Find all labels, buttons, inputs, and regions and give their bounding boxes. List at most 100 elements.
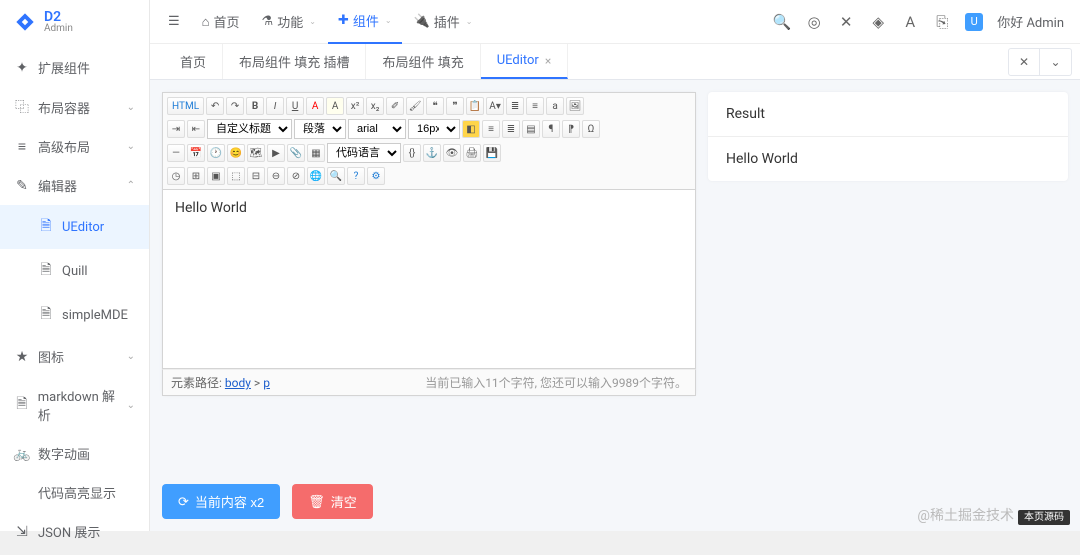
menu-icon: ⿻ [14, 97, 30, 117]
target-icon[interactable]: ◎ [805, 13, 823, 31]
bold-icon[interactable]: B [246, 97, 264, 115]
font-icon[interactable]: A [901, 13, 919, 31]
align-right-icon[interactable]: ≣ [502, 120, 520, 138]
map-icon[interactable]: 🗺 [247, 144, 265, 162]
del-row-icon[interactable]: ⊖ [267, 167, 285, 185]
underline-icon[interactable]: U [286, 97, 304, 115]
attachment-icon[interactable]: 📎 [287, 144, 305, 162]
help-icon[interactable]: ? [347, 167, 365, 185]
justify-icon[interactable]: ▤ [522, 120, 540, 138]
sidebar-item-10[interactable]: 代码高亮显示 [0, 473, 149, 512]
tab-3[interactable]: UEditor× [481, 44, 569, 79]
rtl-icon[interactable]: ⁋ [562, 120, 580, 138]
align-left-icon[interactable]: ◧ [462, 120, 480, 138]
link-icon[interactable]: a [546, 97, 564, 115]
italic-icon[interactable]: I [266, 97, 284, 115]
nav-home[interactable]: ⌂首页 [192, 0, 250, 44]
outdent-icon[interactable]: ⇤ [187, 120, 205, 138]
hr-icon[interactable]: — [167, 144, 185, 162]
sidebar-item-9[interactable]: 🚲数字动画 [0, 434, 149, 473]
brush-icon[interactable]: 🖌 [406, 97, 424, 115]
editor-content[interactable]: Hello World [162, 189, 696, 369]
emoji-icon[interactable]: 😊 [227, 144, 245, 162]
sidebar-item-6[interactable]: 🗎simpleMDE [0, 293, 149, 337]
search-icon[interactable]: 🔍 [773, 13, 791, 31]
tabs-close-button[interactable]: ✕ [1008, 48, 1040, 76]
print-icon[interactable]: 🖨 [463, 144, 481, 162]
paragraph-select[interactable]: 段落 [294, 119, 346, 139]
path-body-link[interactable]: body [225, 376, 251, 390]
date-icon[interactable]: 📅 [187, 144, 205, 162]
draft-icon[interactable]: 💾 [483, 144, 501, 162]
tabs-dropdown-button[interactable]: ⌄ [1040, 48, 1072, 76]
clock-icon[interactable]: ◷ [167, 167, 185, 185]
merge-icon[interactable]: ⬚ [227, 167, 245, 185]
fullscreen-icon[interactable]: ✕ [837, 13, 855, 31]
align-center-icon[interactable]: ≡ [482, 120, 500, 138]
quote-icon[interactable]: ❞ [446, 97, 464, 115]
table-icon[interactable]: ▦ [307, 144, 325, 162]
bgcolor-icon[interactable]: A [326, 97, 344, 115]
tab-2[interactable]: 布局组件 填充 [366, 44, 480, 79]
globe-icon[interactable]: 🌐 [307, 167, 325, 185]
super-icon[interactable]: x² [346, 97, 364, 115]
nav-plugins[interactable]: 🔌插件⌄ [404, 0, 483, 44]
search2-icon[interactable]: 🔍 [327, 167, 345, 185]
tab-0[interactable]: 首页 [164, 44, 223, 79]
ltr-icon[interactable]: ¶ [542, 120, 560, 138]
sidebar-item-7[interactable]: ★图标⌄ [0, 337, 149, 376]
video-icon[interactable]: ▶ [267, 144, 285, 162]
sidebar-item-1[interactable]: ⿻布局容器⌄ [0, 87, 149, 127]
clear-button[interactable]: 🗑 清空 [292, 484, 373, 519]
code-icon[interactable]: {} [403, 144, 421, 162]
codelang-select[interactable]: 代码语言 [327, 143, 401, 163]
close-icon[interactable]: × [545, 54, 551, 68]
clear-icon[interactable]: ✐ [386, 97, 404, 115]
path-p-link[interactable]: p [263, 376, 270, 390]
cell-icon[interactable]: ▣ [207, 167, 225, 185]
char-icon[interactable]: Ω [582, 120, 600, 138]
sub-icon[interactable]: x₂ [366, 97, 384, 115]
gem-icon[interactable]: ◈ [869, 13, 887, 31]
menu-toggle[interactable]: ☰ [158, 0, 190, 44]
table2-icon[interactable]: ⊞ [187, 167, 205, 185]
sidebar-item-5[interactable]: 🗎Quill [0, 249, 149, 293]
sidebar-item-8[interactable]: 🗎markdown 解析⌄ [0, 376, 149, 434]
split-icon[interactable]: ⊟ [247, 167, 265, 185]
anchor-icon[interactable]: ⚓ [423, 144, 441, 162]
indent-icon[interactable]: ⇥ [167, 120, 185, 138]
preview-icon[interactable]: 👁 [443, 144, 461, 162]
current-content-button[interactable]: ⟳ 当前内容 x2 [162, 484, 280, 519]
html-button[interactable]: HTML [167, 97, 204, 115]
ul-icon[interactable]: ≡ [526, 97, 544, 115]
sidebar-item-3[interactable]: ✎编辑器⌃ [0, 166, 149, 205]
paste-icon[interactable]: 📋 [466, 97, 484, 115]
del-col-icon[interactable]: ⊘ [287, 167, 305, 185]
chevron-icon: ⌄ [127, 400, 135, 411]
ol-icon[interactable]: ≣ [506, 97, 524, 115]
heading-select[interactable]: 自定义标题 [207, 119, 292, 139]
format-icon[interactable]: ❝ [426, 97, 444, 115]
menu-label: 高级布局 [38, 137, 90, 156]
size-select[interactable]: 16px [408, 119, 460, 139]
image-icon[interactable]: 🖼 [566, 97, 584, 115]
tab-1[interactable]: 布局组件 填充 插槽 [223, 44, 366, 79]
sidebar-item-2[interactable]: ≡高级布局⌄ [0, 127, 149, 166]
fontcolor-icon[interactable]: A [306, 97, 324, 115]
sidebar-item-11[interactable]: ⇲JSON 展示 [0, 512, 149, 551]
redo-icon[interactable]: ↷ [226, 97, 244, 115]
user-badge-icon[interactable]: U [965, 13, 983, 31]
logo[interactable]: D2 Admin [0, 0, 149, 44]
forecolor-icon[interactable]: A▾ [486, 97, 504, 115]
user-greeting[interactable]: 你好 Admin [997, 12, 1072, 31]
nav-components[interactable]: ✚组件⌄ [328, 0, 402, 44]
font-select[interactable]: arial [348, 119, 406, 139]
time-icon[interactable]: 🕐 [207, 144, 225, 162]
undo-icon[interactable]: ↶ [206, 97, 224, 115]
lang-icon[interactable]: ⎘ [933, 13, 951, 31]
sidebar-item-0[interactable]: ✦扩展组件 [0, 48, 149, 87]
char-counter: 当前已输入11个字符, 您还可以输入9989个字符。 [425, 374, 687, 391]
settings-icon[interactable]: ⚙ [367, 167, 385, 185]
sidebar-item-4[interactable]: 🗎UEditor [0, 205, 149, 249]
nav-features[interactable]: ⚗功能⌄ [252, 0, 326, 44]
